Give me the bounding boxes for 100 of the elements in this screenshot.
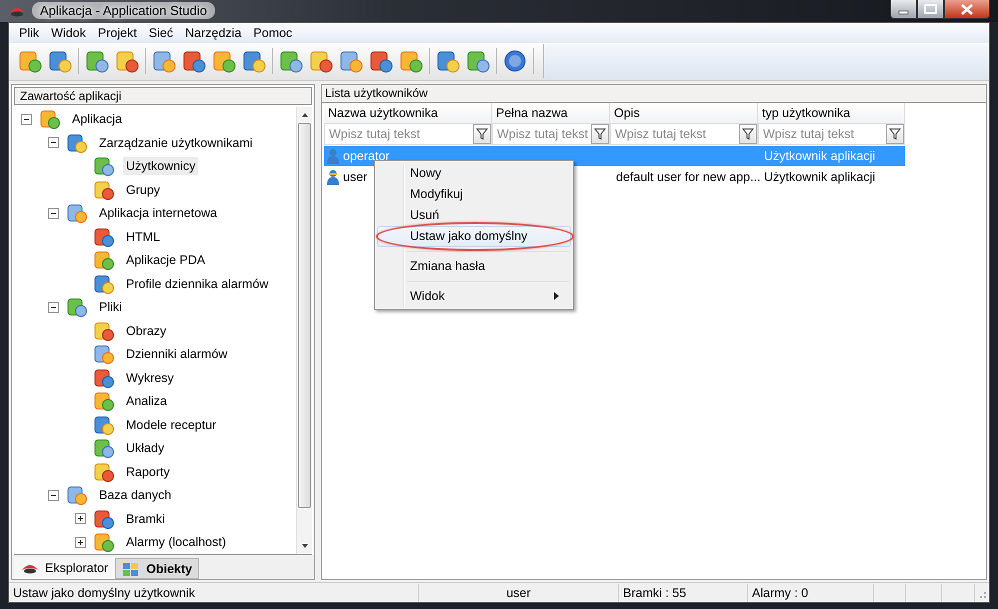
status-text: Ustaw jako domyślny użytkownik xyxy=(9,584,419,602)
tool-icon xyxy=(18,49,42,73)
tree-item[interactable]: Grupy xyxy=(14,178,296,202)
column-header[interactable]: Opis xyxy=(610,102,758,122)
status-text: Bramki : 55 xyxy=(619,584,748,602)
node-icon xyxy=(66,484,90,506)
collapse-toggle[interactable] xyxy=(48,302,59,313)
tree-item[interactable]: Użytkownicy xyxy=(14,154,296,178)
tree-item[interactable]: Modele receptur xyxy=(14,413,296,436)
filter-icon xyxy=(889,128,901,140)
tree-item[interactable]: Alarmy (localhost) xyxy=(14,530,296,554)
column-header[interactable]: Nazwa użytkownika xyxy=(324,102,492,122)
tool-icon xyxy=(152,49,176,73)
status-text: user xyxy=(419,584,619,602)
tool-icon xyxy=(309,49,333,73)
help-icon xyxy=(503,49,527,73)
menu-item[interactable]: Modyfikuj xyxy=(377,184,571,204)
panel-title: Lista użytkowników xyxy=(322,84,986,102)
menu-item[interactable]: Usuń xyxy=(377,204,571,226)
tool-icon xyxy=(339,49,363,73)
node-icon xyxy=(93,272,117,295)
panel-tab[interactable]: Eksplorator xyxy=(14,557,116,579)
node-icon xyxy=(93,508,117,530)
tree-item[interactable]: Raporty xyxy=(14,460,296,484)
filter-icon xyxy=(594,128,606,140)
node-icon xyxy=(66,296,90,318)
node-icon xyxy=(93,366,117,389)
tool-icon xyxy=(436,49,460,73)
scroll-thumb[interactable] xyxy=(298,122,311,508)
menu-item[interactable]: Nowy xyxy=(377,162,571,184)
column-header[interactable]: Pełna nazwa xyxy=(492,102,610,122)
column-header[interactable]: typ użytkownika xyxy=(758,102,905,122)
tool-icon xyxy=(399,49,423,73)
tool-icon xyxy=(369,49,393,73)
menu-item[interactable]: Plik xyxy=(13,26,46,40)
node-icon xyxy=(39,108,63,130)
tree-item[interactable]: Analiza xyxy=(14,390,296,413)
node-icon xyxy=(93,343,117,366)
table-cell[interactable]: Użytkownik aplikacji xyxy=(758,166,905,186)
tool-icon xyxy=(242,49,266,73)
node-icon xyxy=(66,132,90,154)
node-icon xyxy=(66,202,90,224)
menu-item[interactable]: Projekt xyxy=(92,26,143,40)
panel-title: Zawartość aplikacji xyxy=(14,86,312,104)
menu-item[interactable]: Pomoc xyxy=(247,26,298,40)
menu-item[interactable]: Widok xyxy=(45,26,92,40)
tool-icon xyxy=(279,49,303,73)
tool-icon xyxy=(85,49,109,73)
node-icon xyxy=(93,320,117,342)
menu-item[interactable]: Narzędzia xyxy=(179,26,248,40)
tree-item[interactable]: Aplikacja xyxy=(14,108,296,131)
expand-toggle[interactable] xyxy=(75,513,86,524)
tree-item[interactable]: Układy xyxy=(14,436,296,460)
scrollbar[interactable] xyxy=(296,106,312,554)
menu-item[interactable]: Widok xyxy=(377,286,571,306)
menu-item[interactable]: Zmiana hasła xyxy=(377,256,571,276)
tree-item[interactable]: Aplikacje PDA xyxy=(14,248,296,272)
filter-button[interactable] xyxy=(591,124,609,144)
tool-icon xyxy=(466,49,490,73)
tree-item[interactable]: Aplikacja internetowa xyxy=(14,202,296,225)
tree-item[interactable]: Pliki xyxy=(14,296,296,319)
node-icon xyxy=(93,155,117,178)
collapse-toggle[interactable] xyxy=(48,137,59,148)
table-cell[interactable]: user xyxy=(343,170,368,184)
tree-item[interactable]: Wykresy xyxy=(14,366,296,390)
status-text: Alarmy : 0 xyxy=(748,584,874,602)
tool-icon xyxy=(115,49,139,73)
tree-item[interactable]: Profile dziennika alarmów xyxy=(14,272,296,296)
filter-icon xyxy=(742,128,754,140)
table-cell[interactable]: default user for new app... xyxy=(610,166,758,186)
user-icon xyxy=(326,148,340,164)
tree-item[interactable]: Dzienniki alarmów xyxy=(14,342,296,366)
filter-icon xyxy=(476,128,488,140)
node-icon xyxy=(93,531,117,554)
node-icon xyxy=(93,178,117,201)
filter-button[interactable] xyxy=(886,124,904,144)
tree-item[interactable]: Zarządzanie użytkownikami xyxy=(14,131,296,154)
tree-item[interactable]: HTML xyxy=(14,225,296,248)
tool-icon xyxy=(182,49,206,73)
filter-button[interactable] xyxy=(473,124,491,144)
tree-item[interactable]: Baza danych xyxy=(14,484,296,507)
tree-item[interactable]: Obrazy xyxy=(14,319,296,342)
submenu-arrow-icon xyxy=(554,292,560,300)
collapse-toggle[interactable] xyxy=(48,208,59,219)
user-icon xyxy=(326,168,340,184)
tree-item[interactable]: Bramki xyxy=(14,507,296,530)
tool-icon xyxy=(212,49,236,73)
filter-button[interactable] xyxy=(739,124,757,144)
node-icon xyxy=(93,437,117,460)
tool-icon xyxy=(48,49,72,73)
node-icon xyxy=(93,460,117,483)
node-icon xyxy=(93,226,117,248)
node-icon xyxy=(93,249,117,272)
node-icon xyxy=(93,414,117,436)
tab-icon xyxy=(122,560,140,576)
collapse-toggle[interactable] xyxy=(48,490,59,501)
menu-item[interactable]: Sieć xyxy=(142,26,180,40)
expand-toggle[interactable] xyxy=(75,536,86,548)
panel-tab[interactable]: Obiekty xyxy=(115,558,200,579)
collapse-toggle[interactable] xyxy=(21,114,32,125)
